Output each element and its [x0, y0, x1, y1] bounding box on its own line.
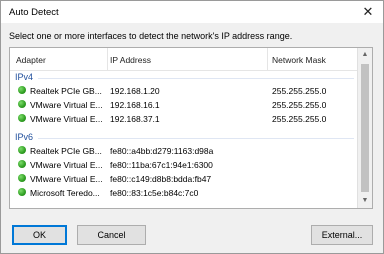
- scroll-up-icon[interactable]: ▲: [358, 48, 372, 62]
- auto-detect-dialog: Auto Detect ✕ Select one or more interfa…: [0, 0, 384, 254]
- status-ok-icon: [18, 86, 26, 94]
- ip-address: 192.168.16.1: [110, 100, 160, 110]
- list-item[interactable]: VMware Virtual E... 192.168.16.1 255.255…: [10, 100, 358, 113]
- status-ok-icon: [18, 146, 26, 154]
- column-divider[interactable]: [267, 48, 268, 70]
- external-button[interactable]: External...: [311, 225, 373, 245]
- adapter-name: Realtek PCIe GB...: [30, 146, 102, 156]
- list-item[interactable]: VMware Virtual E... 192.168.37.1 255.255…: [10, 114, 358, 127]
- ok-button[interactable]: OK: [12, 225, 67, 245]
- status-ok-icon: [18, 114, 26, 122]
- scroll-down-icon[interactable]: ▼: [358, 194, 372, 208]
- adapter-name: VMware Virtual E...: [30, 114, 103, 124]
- ip-address: fe80::83:1c5e:b84c:7c0: [110, 188, 199, 198]
- status-ok-icon: [18, 188, 26, 196]
- group-divider: [38, 138, 354, 139]
- list-item[interactable]: Microsoft Teredo... fe80::83:1c5e:b84c:7…: [10, 188, 358, 201]
- ip-address: 192.168.1.20: [110, 86, 160, 96]
- ip-address: fe80::11ba:67c1:94e1:6300: [110, 160, 213, 170]
- group-divider: [38, 78, 354, 79]
- group-ipv4: IPv4: [15, 72, 34, 82]
- status-ok-icon: [18, 174, 26, 182]
- column-divider[interactable]: [107, 48, 108, 70]
- title-bar: Auto Detect ✕: [1, 1, 383, 23]
- vertical-scrollbar[interactable]: ▲ ▼: [357, 48, 372, 208]
- status-ok-icon: [18, 160, 26, 168]
- cancel-button[interactable]: Cancel: [77, 225, 146, 245]
- network-mask: 255.255.255.0: [272, 100, 327, 110]
- adapter-name: VMware Virtual E...: [30, 174, 103, 184]
- list-item[interactable]: VMware Virtual E... fe80::11ba:67c1:94e1…: [10, 160, 358, 173]
- adapter-name: VMware Virtual E...: [30, 100, 103, 110]
- network-mask: 255.255.255.0: [272, 86, 327, 96]
- instruction-text: Select one or more interfaces to detect …: [9, 31, 293, 41]
- group-ipv6: IPv6: [15, 132, 34, 142]
- status-ok-icon: [18, 100, 26, 108]
- interface-list[interactable]: Adapter IP Address Network Mask IPv4 Rea…: [9, 47, 373, 209]
- column-network-mask[interactable]: Network Mask: [272, 55, 326, 65]
- column-ip-address[interactable]: IP Address: [110, 55, 151, 65]
- adapter-name: Microsoft Teredo...: [30, 188, 100, 198]
- adapter-name: VMware Virtual E...: [30, 160, 103, 170]
- list-item[interactable]: Realtek PCIe GB... fe80::a4bb:d279:1163:…: [10, 146, 358, 159]
- adapter-name: Realtek PCIe GB...: [30, 86, 102, 96]
- ip-address: fe80::c149:d8b8:bdda:fb47: [110, 174, 212, 184]
- network-mask: 255.255.255.0: [272, 114, 327, 124]
- column-adapter[interactable]: Adapter: [16, 55, 46, 65]
- list-item[interactable]: Realtek PCIe GB... 192.168.1.20 255.255.…: [10, 86, 358, 99]
- scrollbar-thumb[interactable]: [361, 64, 369, 192]
- ip-address: 192.168.37.1: [110, 114, 160, 124]
- column-header: Adapter IP Address Network Mask: [10, 48, 358, 71]
- ip-address: fe80::a4bb:d279:1163:d98a: [110, 146, 214, 156]
- list-item[interactable]: VMware Virtual E... fe80::c149:d8b8:bdda…: [10, 174, 358, 187]
- close-icon[interactable]: ✕: [359, 4, 377, 20]
- window-title: Auto Detect: [9, 7, 59, 18]
